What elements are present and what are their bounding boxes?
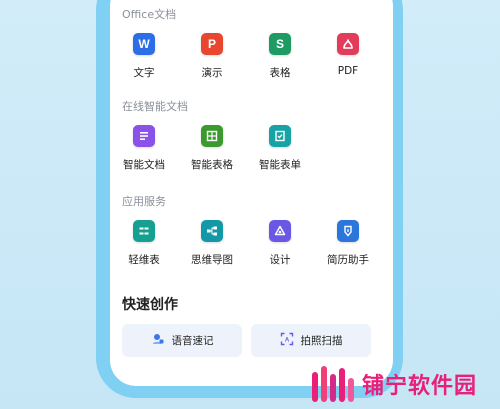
voice-note-label: 语音速记 — [171, 335, 214, 347]
design-icon — [269, 220, 291, 242]
resume-icon — [337, 220, 359, 242]
app-mind-map[interactable]: 思维导图 — [178, 220, 246, 267]
light-table-icon — [133, 220, 155, 242]
voice-note-button[interactable]: 语音速记 — [122, 324, 242, 357]
services-apps-grid: 轻维表 思维导图 设计 简历助手 — [110, 220, 393, 267]
word-icon: W — [133, 33, 155, 55]
app-light-table[interactable]: 轻维表 — [110, 220, 178, 267]
app-label: 轻维表 — [128, 254, 160, 266]
smart-sheet-icon — [201, 125, 223, 147]
app-design[interactable]: 设计 — [246, 220, 314, 267]
spreadsheet-icon: S — [269, 33, 291, 55]
quick-create-title: 快速创作 — [122, 297, 178, 313]
watermark-text: 铺宁软件园 — [362, 374, 478, 399]
app-label: 设计 — [269, 254, 291, 266]
smart-form-icon — [269, 125, 291, 147]
app-spreadsheet[interactable]: S 表格 — [246, 33, 314, 80]
app-label: 智能表单 — [259, 159, 301, 171]
app-label: 文字 — [133, 67, 155, 79]
section-title-services: 应用服务 — [122, 195, 166, 208]
app-smart-sheet[interactable]: 智能表格 — [178, 125, 246, 172]
app-presentation[interactable]: P 演示 — [178, 33, 246, 80]
app-label: 智能表格 — [191, 159, 233, 171]
office-apps-grid: W 文字 P 演示 S 表格 PDF — [110, 33, 393, 80]
app-smart-form[interactable]: 智能表单 — [246, 125, 314, 172]
section-title-online: 在线智能文档 — [122, 100, 188, 113]
app-label: PDF — [337, 65, 359, 77]
section-title-office: Office文档 — [122, 8, 177, 21]
app-label: 简历助手 — [327, 254, 369, 266]
app-label: 演示 — [201, 67, 223, 79]
app-resume[interactable]: 简历助手 — [314, 220, 382, 267]
app-label: 思维导图 — [191, 254, 233, 266]
app-label: 表格 — [269, 67, 291, 79]
app-screen: Office文档 W 文字 P 演示 S 表格 PDF 在线智能文档 智能文档 — [110, 0, 393, 386]
photo-scan-label: 拍照扫描 — [300, 335, 343, 347]
photo-scan-icon: A — [280, 331, 294, 350]
watermark-brand: 铺宁软件园 — [308, 364, 477, 404]
brand-logo-icon — [312, 366, 354, 402]
app-word[interactable]: W 文字 — [110, 33, 178, 80]
smart-doc-icon — [133, 125, 155, 147]
presentation-icon: P — [201, 33, 223, 55]
online-apps-grid: 智能文档 智能表格 智能表单 — [110, 125, 393, 172]
svg-text:A: A — [284, 338, 289, 344]
pdf-icon — [337, 33, 359, 55]
app-label: 智能文档 — [123, 159, 165, 171]
photo-scan-button[interactable]: A 拍照扫描 — [251, 324, 371, 357]
mind-map-icon — [201, 220, 223, 242]
voice-note-icon — [151, 331, 165, 350]
app-pdf[interactable]: PDF — [314, 33, 382, 80]
app-smart-doc[interactable]: 智能文档 — [110, 125, 178, 172]
